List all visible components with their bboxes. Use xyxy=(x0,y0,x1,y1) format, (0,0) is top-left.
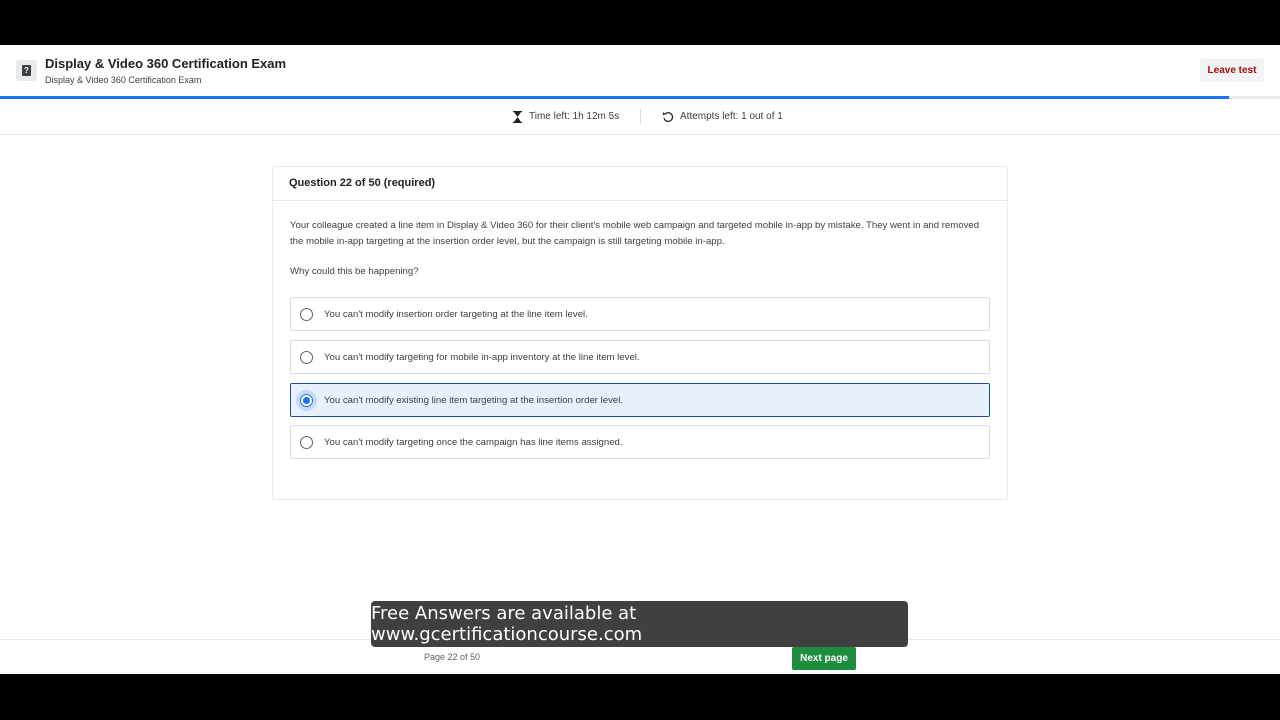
attempts-left-text: Attempts left: 1 out of 1 xyxy=(680,111,783,122)
exam-app: ? Display & Video 360 Certification Exam… xyxy=(0,45,1280,674)
question-header: Question 22 of 50 (required) xyxy=(273,167,1007,201)
question-text: Your colleague created a line item in Di… xyxy=(290,220,980,247)
video-letterbox-bottom xyxy=(0,674,1280,720)
next-page-button[interactable]: Next page xyxy=(792,647,856,670)
question-prompt: Why could this be happening? xyxy=(290,266,419,277)
answer-option-label: You can't modify existing line item targ… xyxy=(324,394,624,406)
answer-option-label: You can't modify insertion order targeti… xyxy=(324,308,588,320)
answer-option[interactable]: You can't modify targeting for mobile in… xyxy=(290,340,990,374)
radio-button[interactable] xyxy=(300,350,313,364)
answer-option-label: You can't modify targeting for mobile in… xyxy=(324,351,640,363)
exam-info-bar: Time left: 1h 12m 5s Attempts left: 1 ou… xyxy=(0,99,1280,135)
attempts-left: Attempts left: 1 out of 1 xyxy=(662,99,783,134)
info-divider xyxy=(640,109,641,124)
page-indicator: Page 22 of 50 xyxy=(424,652,481,662)
leave-test-button[interactable]: Leave test xyxy=(1200,59,1264,82)
page-subtitle: Display & Video 360 Certification Exam xyxy=(45,75,202,85)
video-caption-overlay: Free Answers are available at www.gcerti… xyxy=(371,601,908,647)
header: ? Display & Video 360 Certification Exam… xyxy=(0,45,1280,97)
video-letterbox-top xyxy=(0,0,1280,45)
answer-option-label: You can't modify targeting once the camp… xyxy=(324,436,623,448)
answer-option[interactable]: You can't modify insertion order targeti… xyxy=(290,297,990,331)
answer-option[interactable]: You can't modify existing line item targ… xyxy=(290,383,990,417)
time-left-text: Time left: 1h 12m 5s xyxy=(529,111,620,122)
exam-book-icon: ? xyxy=(16,60,37,81)
hourglass-icon xyxy=(512,110,523,123)
time-left: Time left: 1h 12m 5s xyxy=(512,99,619,134)
answer-option[interactable]: You can't modify targeting once the camp… xyxy=(290,425,990,459)
page-title: Display & Video 360 Certification Exam xyxy=(45,56,287,71)
radio-button[interactable] xyxy=(300,435,313,449)
radio-button[interactable] xyxy=(300,307,313,321)
radio-button[interactable] xyxy=(300,393,313,407)
refresh-icon xyxy=(662,111,674,123)
question-number: Question 22 of 50 (required) xyxy=(289,177,436,189)
question-card: Question 22 of 50 (required) Your collea… xyxy=(272,166,1008,500)
